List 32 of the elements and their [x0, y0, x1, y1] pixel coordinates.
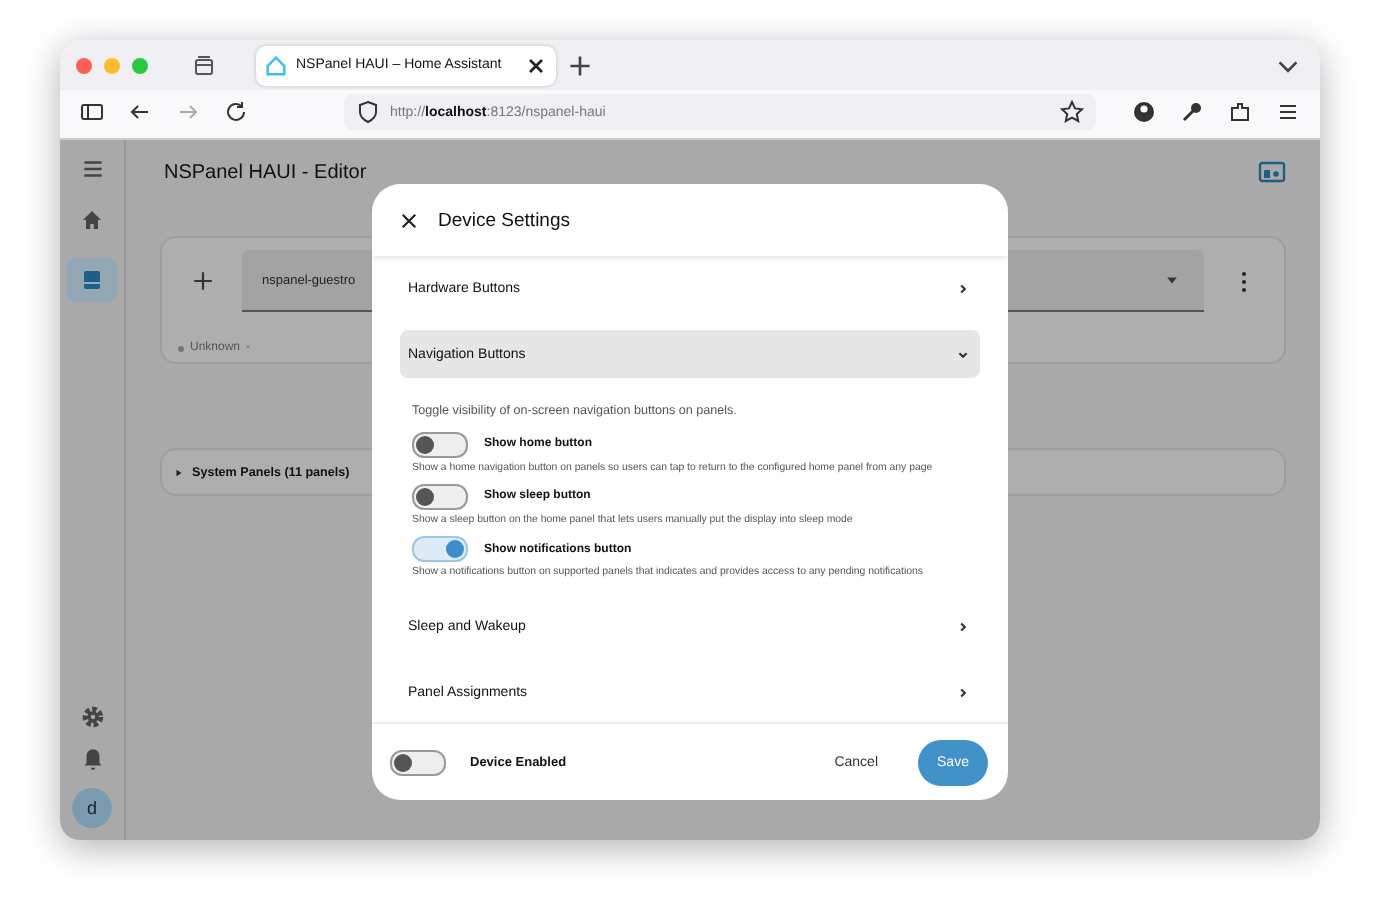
shield-icon [356, 100, 380, 124]
new-tab-icon[interactable] [568, 53, 592, 77]
account-icon[interactable] [1132, 100, 1156, 124]
tab-list-icon[interactable] [192, 53, 216, 77]
back-icon[interactable] [128, 100, 152, 124]
house-icon [266, 55, 286, 75]
close-icon[interactable] [400, 211, 418, 229]
star-icon[interactable] [1060, 100, 1084, 124]
close-icon[interactable] [526, 55, 546, 75]
add-icon[interactable] [192, 270, 214, 292]
toggle-switch[interactable] [390, 749, 446, 775]
gear-icon[interactable] [79, 704, 105, 730]
bell-icon[interactable] [79, 746, 105, 772]
house-icon [80, 208, 104, 232]
expand-triangle-icon [174, 467, 184, 477]
toggle-switch[interactable] [412, 483, 468, 510]
menu-icon[interactable] [1276, 100, 1300, 124]
more-options-icon[interactable] [1240, 269, 1248, 293]
sidebar-item[interactable] [66, 258, 118, 302]
extensions-icon[interactable] [1228, 100, 1252, 124]
user-avatar[interactable]: d [72, 788, 112, 828]
toggle-switch[interactable] [412, 431, 468, 458]
dialog-title: Device Settings [438, 209, 571, 231]
devices-icon[interactable] [1258, 160, 1286, 184]
panel-icon [80, 268, 104, 292]
reload-icon[interactable] [224, 100, 248, 124]
toggle-switch[interactable] [412, 536, 468, 562]
key-icon[interactable] [1180, 100, 1204, 124]
close-window-button[interactable] [76, 57, 92, 73]
sidebar-icon[interactable] [80, 100, 104, 124]
page-title: NSPanel HAUI - Editor [164, 161, 367, 183]
status-dot [178, 345, 184, 351]
